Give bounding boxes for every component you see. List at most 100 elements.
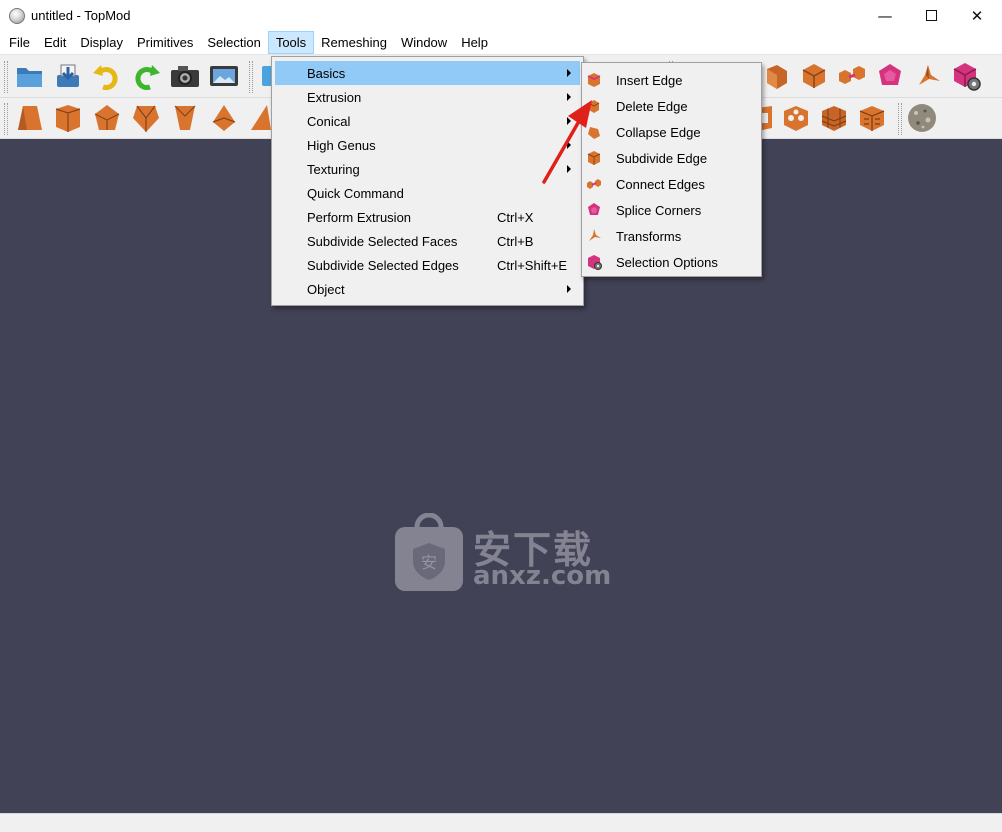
- menu-help[interactable]: Help: [454, 31, 495, 54]
- cube-primitive-button[interactable]: [52, 102, 84, 134]
- transforms-icon: [589, 229, 601, 241]
- menu-primitives[interactable]: Primitives: [130, 31, 200, 54]
- submenu-item-label: Transforms: [616, 228, 682, 244]
- tool-shape-button[interactable]: [912, 60, 944, 92]
- menu-edit[interactable]: Edit: [37, 31, 73, 54]
- redo-icon: [135, 65, 160, 91]
- menu-item-shortcut: Ctrl+Shift+E: [497, 257, 568, 273]
- prism-primitive-button[interactable]: [14, 102, 46, 134]
- genus-shape-button[interactable]: [780, 102, 812, 134]
- submenu-subdivide-edge[interactable]: Subdivide Edge: [582, 145, 761, 171]
- submenu-item-label: Collapse Edge: [616, 124, 701, 140]
- undo-icon: [93, 65, 118, 91]
- tools-menu-high-genus[interactable]: High Genus: [272, 133, 583, 157]
- watermark-badge: 安: [421, 553, 437, 572]
- tetra-icon: [174, 105, 196, 130]
- toolbar-handle[interactable]: [4, 61, 8, 93]
- watermark: 安 安下载 anxz.com: [393, 513, 613, 595]
- minimize-button[interactable]: —: [862, 0, 908, 31]
- tools-menu-subdivide-edges[interactable]: Subdivide Selected Edges Ctrl+Shift+E: [272, 253, 583, 277]
- tools-menu-conical[interactable]: Conical: [272, 109, 583, 133]
- tools-menu-texturing[interactable]: Texturing: [272, 157, 583, 181]
- cone-icon: [251, 105, 271, 130]
- tool-shape-button[interactable]: [798, 60, 830, 92]
- insert-edge-icon: [587, 73, 601, 87]
- menu-item-label: Subdivide Selected Faces: [307, 233, 458, 249]
- menu-bar: File Edit Display Primitives Selection T…: [0, 31, 1002, 54]
- menu-display[interactable]: Display: [73, 31, 130, 54]
- tool-shape-button[interactable]: [836, 60, 868, 92]
- title-bar: untitled - TopMod — ✕: [0, 0, 1002, 31]
- menu-window[interactable]: Window: [394, 31, 454, 54]
- menu-item-label: High Genus: [307, 137, 376, 153]
- tetra-primitive-button[interactable]: [169, 102, 201, 134]
- grid-cube-icon: [821, 106, 847, 131]
- redo-button[interactable]: [130, 60, 162, 92]
- diamond-primitive-button[interactable]: [208, 102, 240, 134]
- tools-menu-perform-extrusion[interactable]: Perform Extrusion Ctrl+X: [272, 205, 583, 229]
- image-icon: [210, 66, 238, 86]
- toolbar-handle[interactable]: [249, 61, 253, 93]
- submenu-collapse-edge[interactable]: Collapse Edge: [582, 119, 761, 145]
- menu-remeshing[interactable]: Remeshing: [314, 31, 394, 54]
- selection-options-icon: [588, 255, 602, 270]
- transforms-icon: [919, 65, 940, 85]
- menu-item-shortcut: Ctrl+X: [497, 209, 534, 225]
- texture-sphere-button[interactable]: [906, 102, 938, 134]
- menu-file[interactable]: File: [2, 31, 37, 54]
- menu-item-label: Quick Command: [307, 185, 404, 201]
- render-image-button[interactable]: [208, 60, 240, 92]
- tools-menu-subdivide-faces[interactable]: Subdivide Selected Faces Ctrl+B: [272, 229, 583, 253]
- submenu-connect-edges[interactable]: Connect Edges: [582, 171, 761, 197]
- save-icon: [57, 64, 79, 87]
- octahedron-primitive-button[interactable]: [91, 102, 123, 134]
- settings-cube-icon: [953, 63, 981, 91]
- tools-menu-object[interactable]: Object: [272, 277, 583, 301]
- tool-shape-button[interactable]: [874, 60, 906, 92]
- maximize-button[interactable]: [908, 0, 954, 31]
- close-button[interactable]: ✕: [954, 0, 1000, 31]
- tools-menu-quick-command[interactable]: Quick Command: [272, 181, 583, 205]
- submenu-item-label: Connect Edges: [616, 176, 705, 192]
- maximize-icon: [925, 10, 937, 21]
- tools-menu-extrusion[interactable]: Extrusion: [272, 85, 583, 109]
- save-file-button[interactable]: [52, 60, 84, 92]
- toolbar-handle[interactable]: [4, 103, 8, 135]
- submenu-insert-edge[interactable]: Insert Edge: [582, 67, 761, 93]
- menu-item-label: Extrusion: [307, 89, 362, 105]
- texture-shape-button[interactable]: [818, 102, 850, 134]
- splice-corners-icon: [588, 203, 600, 215]
- submenu-delete-edge[interactable]: Delete Edge: [582, 93, 761, 119]
- menu-selection[interactable]: Selection: [200, 31, 267, 54]
- open-file-button[interactable]: [14, 60, 46, 92]
- menu-item-label: Conical: [307, 113, 351, 129]
- window-title: untitled - TopMod: [31, 8, 131, 23]
- menu-tools[interactable]: Tools: [267, 31, 315, 54]
- selection-options-button[interactable]: [950, 60, 982, 92]
- screenshot-button[interactable]: [169, 60, 201, 92]
- watermark-en: anxz.com: [473, 561, 612, 591]
- pyramid-primitive-button[interactable]: [130, 102, 162, 134]
- submenu-arrow-icon: [567, 69, 571, 77]
- basics-submenu: Insert Edge Delete Edge Collapse Edge Su…: [581, 62, 762, 277]
- submenu-selection-options[interactable]: Selection Options: [582, 249, 761, 275]
- shield-bag-icon: 安: [395, 513, 463, 591]
- submenu-item-label: Insert Edge: [616, 72, 683, 88]
- texture-shape-button[interactable]: [856, 102, 888, 134]
- dodecahedron-icon: [879, 64, 901, 85]
- toolbar-handle[interactable]: [898, 103, 902, 135]
- app-icon: [9, 7, 25, 24]
- prism-icon: [18, 106, 42, 130]
- menu-item-label: Perform Extrusion: [307, 209, 412, 225]
- tools-menu-basics[interactable]: Basics: [275, 61, 580, 85]
- menu-item-label: Basics: [307, 65, 346, 81]
- menu-item-label: Subdivide Selected Edges: [307, 257, 459, 273]
- tool-shape-button[interactable]: [760, 60, 792, 92]
- stone-sphere-icon: [908, 104, 936, 132]
- submenu-transforms[interactable]: Transforms: [582, 223, 761, 249]
- bevel-cube-icon: [802, 64, 826, 88]
- undo-button[interactable]: [91, 60, 123, 92]
- diamond-icon: [212, 105, 236, 131]
- submenu-item-label: Selection Options: [616, 254, 718, 270]
- submenu-splice-corners[interactable]: Splice Corners: [582, 197, 761, 223]
